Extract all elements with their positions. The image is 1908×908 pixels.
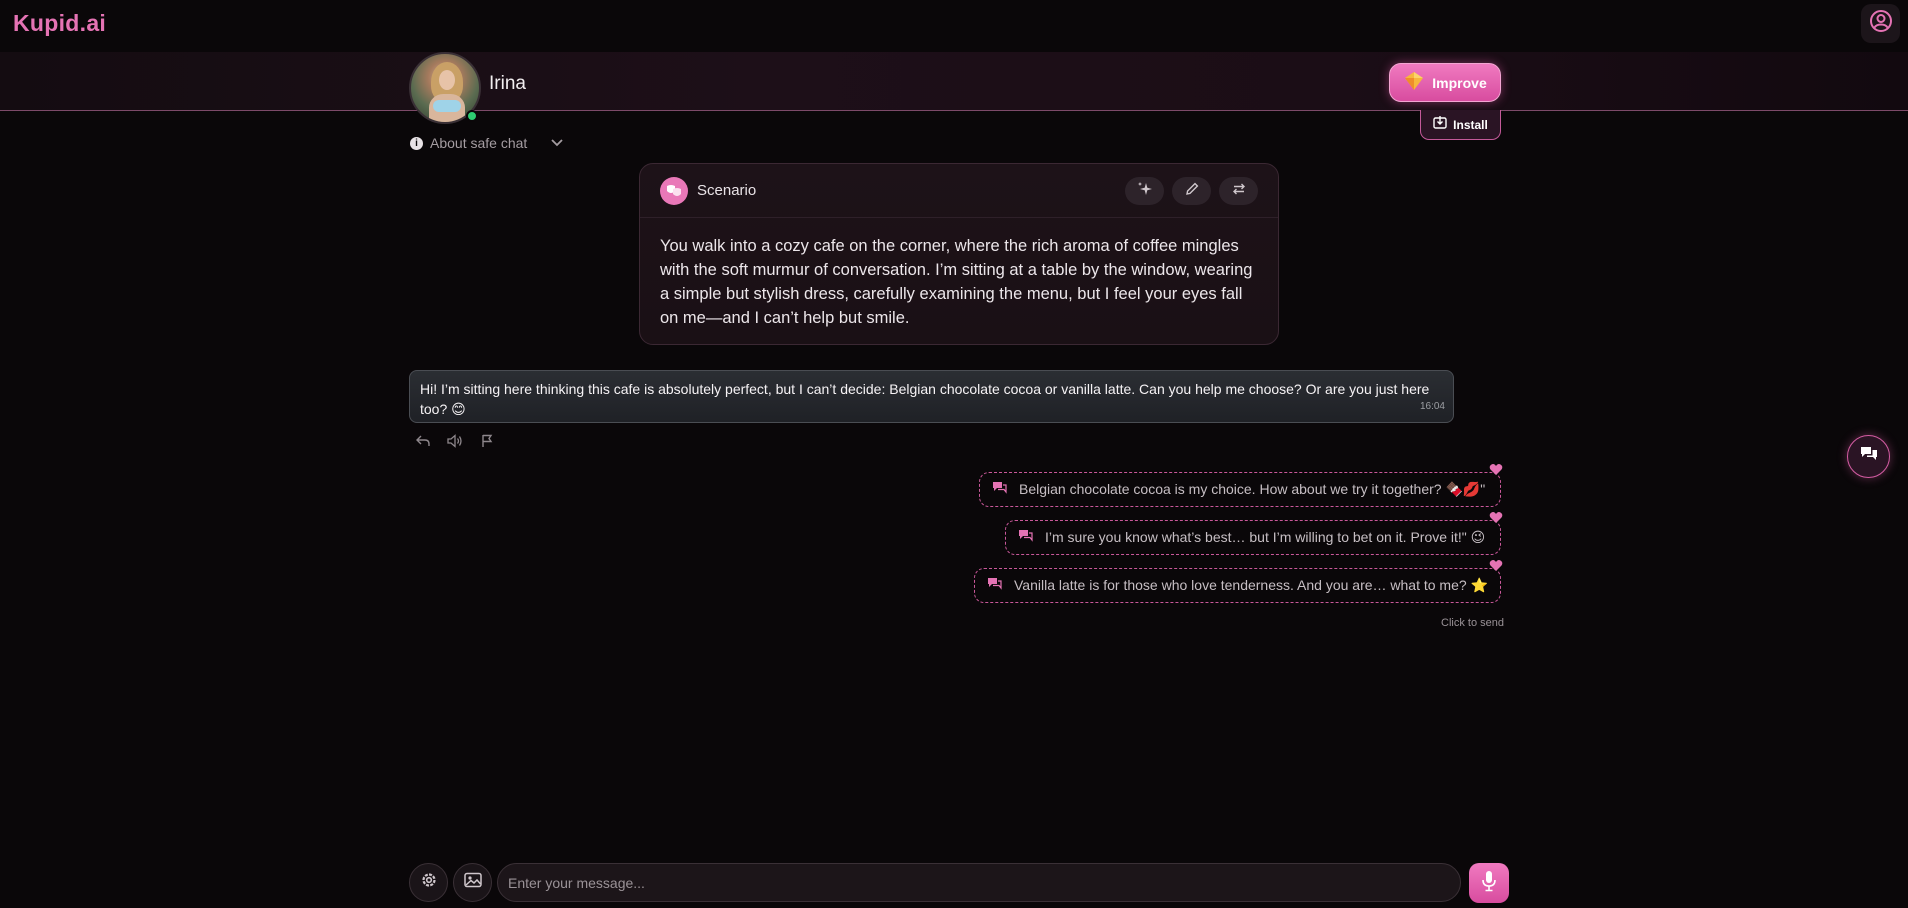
masks-icon	[660, 176, 688, 205]
message-input[interactable]	[497, 863, 1461, 902]
account-button[interactable]	[1861, 4, 1900, 43]
chat-header	[0, 52, 1908, 111]
gem-icon	[1403, 71, 1425, 94]
suggestion-text: Vanilla latte is for those who love tend…	[1014, 577, 1488, 593]
install-label: Install	[1453, 117, 1488, 132]
character-name[interactable]: Irina	[489, 73, 526, 95]
suggestion-reply[interactable]: Vanilla latte is for those who love tend…	[974, 560, 1503, 603]
gear-icon	[420, 871, 438, 894]
download-icon	[1433, 116, 1447, 133]
improve-label: Improve	[1432, 74, 1487, 91]
about-safe-chat-toggle[interactable]: i About safe chat	[410, 135, 564, 151]
chevron-down-icon	[550, 135, 564, 151]
bot-message: Hi! I’m sitting here thinking this cafe …	[409, 370, 1454, 423]
swap-icon	[1232, 182, 1246, 201]
chat-bubble-icon	[992, 481, 1007, 498]
top-bar: Kupid.ai	[0, 0, 1908, 52]
app-logo[interactable]: Kupid.ai	[13, 10, 106, 37]
swap-scenario-button[interactable]	[1219, 177, 1258, 205]
heart-icon	[1489, 463, 1503, 479]
suggestion-reply[interactable]: I’m sure you know what’s best… but I’m w…	[1005, 512, 1503, 555]
improve-button[interactable]: Improve	[1389, 63, 1501, 102]
message-actions	[414, 432, 496, 450]
reply-icon[interactable]	[414, 432, 432, 450]
message-timestamp: 16:04	[1419, 401, 1445, 412]
install-button[interactable]: Install	[1420, 110, 1501, 140]
scenario-title: Scenario	[697, 182, 757, 199]
pencil-icon	[1185, 182, 1199, 201]
online-status-dot	[466, 110, 478, 122]
suggestion-reply[interactable]: Belgian chocolate cocoa is my choice. Ho…	[979, 464, 1503, 507]
user-circle-icon	[1869, 9, 1893, 38]
heart-icon	[1489, 559, 1503, 575]
image-icon	[463, 872, 482, 893]
flag-icon[interactable]	[478, 432, 496, 450]
info-icon: i	[410, 136, 423, 150]
click-to-send-hint: Click to send	[1441, 617, 1504, 629]
speaker-icon[interactable]	[446, 432, 464, 450]
chat-list-button[interactable]	[1847, 435, 1890, 478]
image-button[interactable]	[453, 863, 492, 902]
microphone-icon	[1480, 870, 1498, 897]
regenerate-scenario-button[interactable]	[1125, 177, 1164, 205]
edit-scenario-button[interactable]	[1172, 177, 1211, 205]
heart-icon	[1489, 511, 1503, 527]
chat-settings-button[interactable]	[409, 863, 448, 902]
suggestion-text: Belgian chocolate cocoa is my choice. Ho…	[1019, 481, 1486, 497]
chat-bubble-icon	[987, 577, 1002, 594]
chat-bubble-icon	[1018, 529, 1033, 546]
message-text: Hi! I’m sitting here thinking this cafe …	[420, 381, 1430, 417]
microphone-button[interactable]	[1469, 863, 1509, 903]
chat-bubbles-icon	[1860, 446, 1878, 467]
scenario-text: You walk into a cozy cafe on the corner,…	[660, 237, 1253, 327]
scenario-card: Scenario You walk into a cozy cafe on th…	[639, 163, 1279, 345]
about-safe-chat-label: About safe chat	[430, 135, 528, 151]
sparkle-icon	[1137, 181, 1153, 202]
suggestion-text: I’m sure you know what’s best… but I’m w…	[1045, 529, 1486, 545]
scenario-header: Scenario	[640, 164, 1278, 218]
